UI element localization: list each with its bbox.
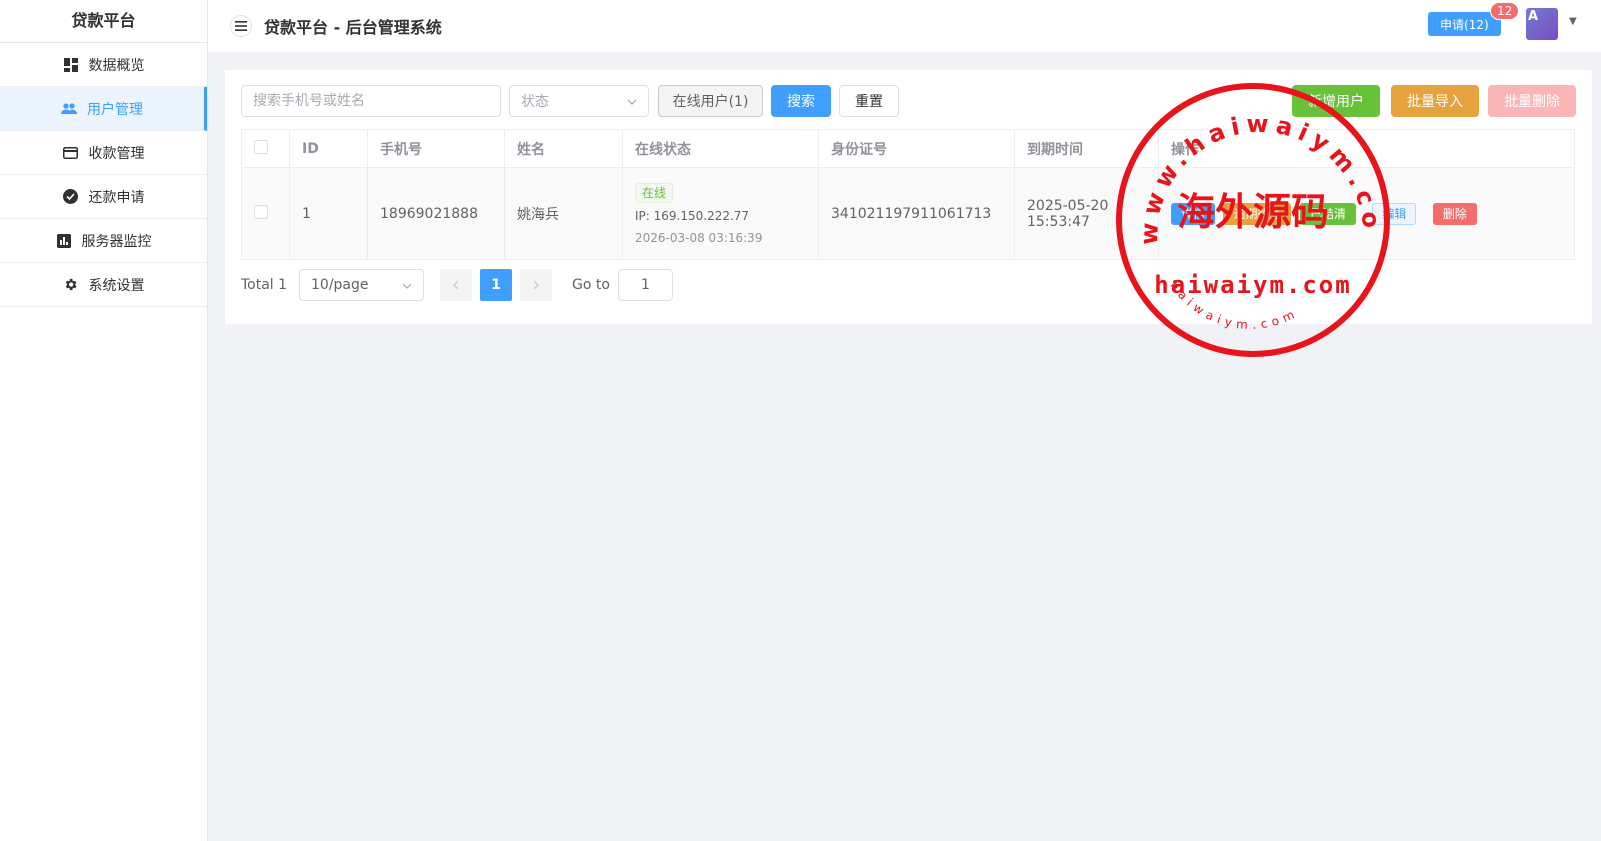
gear-icon [63, 277, 79, 293]
batch-import-button[interactable]: 批量导入 [1391, 85, 1479, 117]
settled-button[interactable]: 已结清 [1299, 202, 1356, 225]
search-button[interactable]: 搜索 [771, 85, 831, 117]
goto-label: Go to [572, 277, 610, 293]
cell-ip: IP: 169.150.222.77 [635, 208, 750, 223]
page-size-value: 10/page [311, 277, 369, 293]
user-management-card: 状态 在线用户(1) 搜索 重置 新增用户 批量导入 批量删除 ID 手机号 姓… [225, 70, 1592, 324]
column-header-actions: 操作 [1158, 129, 1575, 168]
pagination: Total 1 10/page 1 Go to 1 [241, 269, 673, 301]
online-users-button[interactable]: 在线用户(1) [658, 85, 763, 117]
cell-name: 姚海兵 [504, 167, 623, 260]
column-header-online-status: 在线状态 [622, 129, 819, 168]
cell-id-card: 341021197911061713 [818, 167, 1015, 260]
online-status-tag: 在线 [635, 182, 674, 203]
detail-button[interactable]: 详情 [1171, 202, 1216, 225]
sidebar: 贷款平台 数据概览 用户管理 收款管理 还款申请 服务器监控 系统设置 [0, 0, 208, 841]
next-page-button[interactable] [520, 269, 552, 301]
add-user-button[interactable]: 新增用户 [1292, 85, 1380, 117]
prev-page-button[interactable] [440, 269, 472, 301]
avatar[interactable]: A [1526, 8, 1558, 40]
bar-chart-icon [56, 233, 72, 249]
table-header-row: ID 手机号 姓名 在线状态 身份证号 到期时间 操作 [241, 129, 1575, 168]
sidebar-item-label: 系统设置 [88, 277, 145, 294]
top-header: 贷款平台 - 后台管理系统 申请(12) 12 A ▼ [208, 0, 1601, 52]
cell-expire: 2025-05-20 15:53:47 [1014, 167, 1159, 260]
delete-button[interactable]: 删除 [1432, 202, 1477, 225]
users-icon [61, 101, 77, 117]
chevron-right-icon [533, 280, 539, 290]
sidebar-item-repayments[interactable]: 还款申请 [0, 175, 207, 219]
cell-online-status: 在线 IP: 169.150.222.77 2026-03-08 03:16:3… [622, 167, 819, 260]
reset-button[interactable]: 重置 [839, 85, 899, 117]
cell-last-seen: 2026-03-08 03:16:39 [635, 230, 763, 245]
sidebar-item-label: 数据概览 [88, 57, 145, 74]
status-select-placeholder: 状态 [521, 94, 549, 110]
sidebar-item-label: 还款申请 [88, 189, 145, 206]
edit-button[interactable]: 编辑 [1372, 202, 1417, 225]
select-all-header [241, 129, 290, 168]
table-row: 1 18969021888 姚海兵 在线 IP: 169.150.222.77 … [241, 167, 1575, 260]
sidebar-item-server-monitor[interactable]: 服务器监控 [0, 219, 207, 263]
pagination-total: Total 1 [241, 277, 288, 293]
column-header-id: ID [289, 129, 368, 168]
chevron-down-icon [627, 93, 637, 109]
row-checkbox[interactable] [254, 204, 268, 219]
chevron-left-icon [453, 280, 459, 290]
dashboard-icon [63, 57, 79, 73]
row-select-cell [241, 167, 290, 260]
overdue-button[interactable]: 逾期待还 [1223, 202, 1292, 225]
sidebar-item-label: 用户管理 [87, 101, 143, 118]
sidebar-item-payments[interactable]: 收款管理 [0, 131, 207, 175]
cell-id: 1 [289, 167, 368, 260]
users-table: ID 手机号 姓名 在线状态 身份证号 到期时间 操作 1 1896902188… [241, 129, 1575, 260]
column-header-expire: 到期时间 [1014, 129, 1159, 168]
page-size-select[interactable]: 10/page [299, 269, 424, 301]
sidebar-item-label: 收款管理 [88, 145, 145, 162]
chevron-down-icon [402, 277, 412, 293]
goto-page-input[interactable]: 1 [617, 269, 673, 301]
search-input[interactable] [241, 85, 501, 117]
sidebar-item-users[interactable]: 用户管理 [0, 87, 207, 131]
page-number-current[interactable]: 1 [480, 269, 512, 301]
page-title: 贷款平台 - 后台管理系统 [264, 18, 442, 37]
sidebar-item-label: 服务器监控 [81, 233, 152, 250]
credit-card-icon [63, 145, 79, 161]
check-circle-icon [63, 189, 79, 205]
column-header-phone: 手机号 [367, 129, 505, 168]
sidebar-item-dashboard[interactable]: 数据概览 [0, 43, 207, 87]
cell-actions: 详情 逾期待还 已结清 编辑 删除 [1158, 167, 1575, 260]
select-all-checkbox[interactable] [254, 139, 268, 154]
menu-toggle-icon[interactable] [230, 15, 252, 37]
applications-count-badge: 12 [1490, 2, 1520, 20]
applications-button[interactable]: 申请(12) [1428, 12, 1501, 36]
sidebar-brand: 贷款平台 [0, 0, 207, 43]
sidebar-item-settings[interactable]: 系统设置 [0, 263, 207, 307]
column-header-name: 姓名 [504, 129, 623, 168]
toolbar: 状态 在线用户(1) 搜索 重置 新增用户 批量导入 批量删除 [241, 85, 1576, 117]
status-select[interactable]: 状态 [509, 85, 649, 117]
column-header-id-card: 身份证号 [818, 129, 1015, 168]
batch-delete-button[interactable]: 批量删除 [1488, 85, 1576, 117]
chevron-down-icon[interactable]: ▼ [1569, 16, 1577, 27]
cell-phone: 18969021888 [367, 167, 505, 260]
